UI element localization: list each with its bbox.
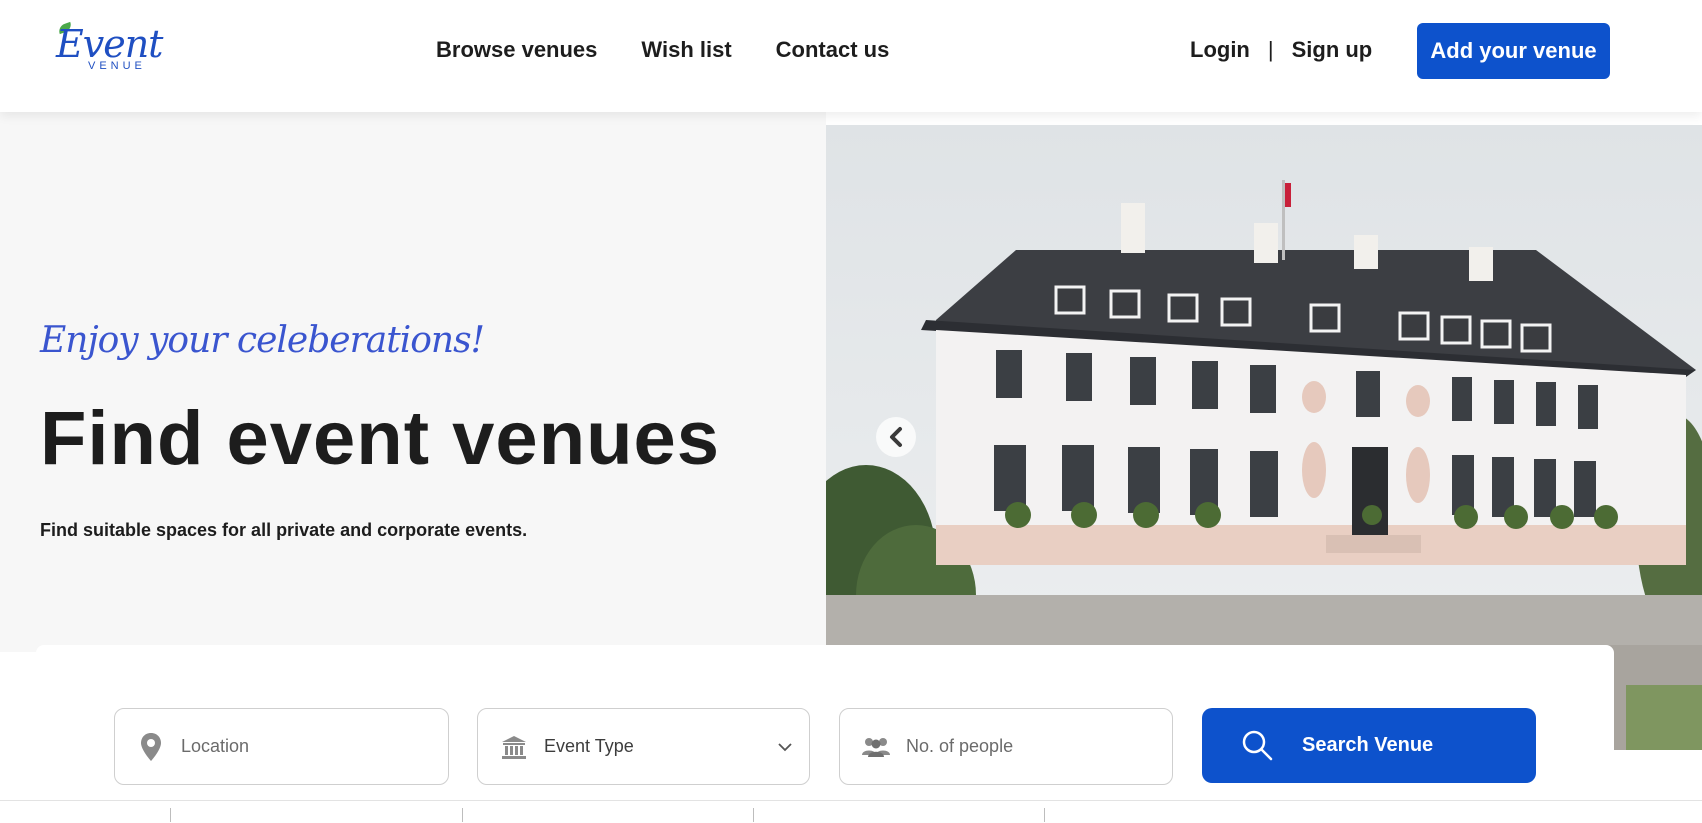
site-header: Event VENUE Browse venues Wish list Cont…	[0, 0, 1702, 112]
people-placeholder: No. of people	[906, 736, 1014, 756]
search-venue-label: Search Venue	[1302, 734, 1434, 756]
divider	[462, 808, 463, 822]
chevron-left-icon	[890, 427, 902, 447]
add-venue-button[interactable]: Add your venue	[1417, 23, 1610, 79]
search-venue-button[interactable]: Search Venue	[1202, 708, 1536, 783]
page: Event VENUE Browse venues Wish list Cont…	[0, 0, 1702, 823]
logo-subtitle: VENUE	[88, 60, 146, 72]
search-icon	[1242, 730, 1273, 761]
bank-icon	[498, 731, 530, 763]
nav-wish-list[interactable]: Wish list	[641, 37, 731, 63]
divider	[753, 808, 754, 822]
location-placeholder: Location	[181, 736, 250, 756]
event-type-select[interactable]: Event Type	[477, 708, 810, 785]
main-nav: Browse venues Wish list Contact us	[436, 37, 889, 63]
divider	[170, 808, 171, 822]
nav-contact-us[interactable]: Contact us	[776, 37, 890, 63]
chevron-down-icon	[778, 743, 792, 752]
brand-logo[interactable]: Event VENUE	[52, 20, 163, 78]
auth-separator: |	[1267, 37, 1274, 62]
map-pin-icon	[135, 731, 167, 763]
next-section-edge	[0, 800, 1702, 823]
hero-headline: Find event venues	[40, 396, 721, 481]
carousel-prev-button[interactable]	[876, 417, 916, 457]
hero-subline: Find suitable spaces for all private and…	[40, 520, 528, 540]
event-type-value: Event Type	[544, 736, 634, 756]
signup-link[interactable]: Sign up	[1292, 37, 1373, 63]
search-panel: Location Event Type No. of people Search…	[36, 645, 1614, 823]
people-field[interactable]: No. of people	[839, 708, 1173, 785]
hero-text-panel	[0, 112, 826, 652]
nav-browse-venues[interactable]: Browse venues	[436, 37, 597, 63]
login-link[interactable]: Login	[1190, 37, 1250, 63]
location-field[interactable]: Location	[114, 708, 449, 785]
people-icon	[860, 731, 892, 763]
hero-tagline: Enjoy your celeberations!	[40, 320, 485, 361]
divider	[1044, 808, 1045, 822]
auth-links: Login | Sign up	[1190, 37, 1372, 63]
